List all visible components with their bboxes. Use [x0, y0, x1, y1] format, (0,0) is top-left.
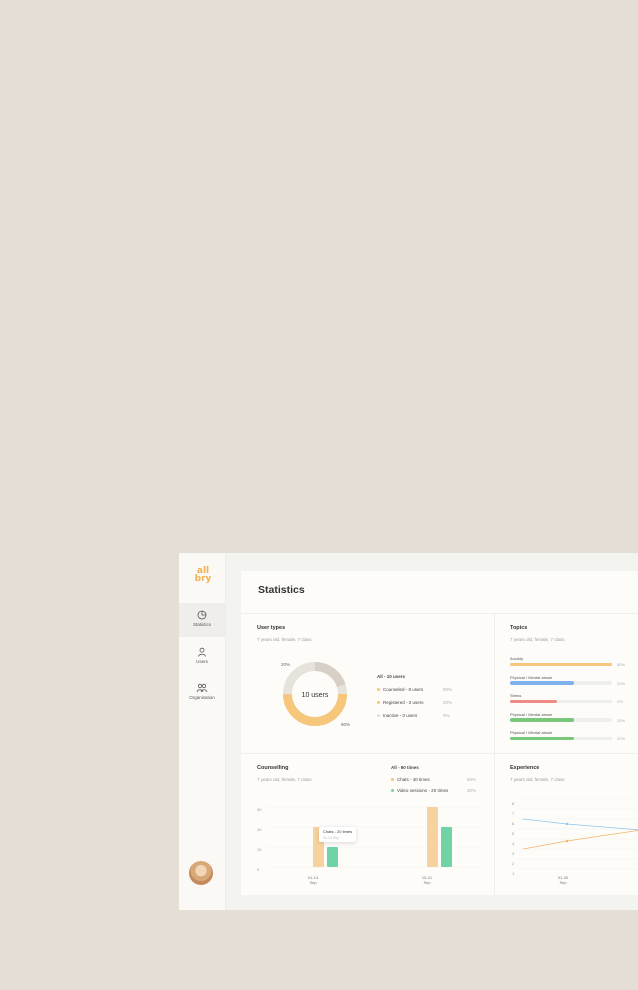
tooltip-subtitle: 01-14 Sep: [323, 836, 340, 840]
legend-dot: [391, 778, 394, 782]
experience-line-chart: [519, 799, 638, 870]
sidebar-item-statistics[interactable]: Statistics: [179, 603, 225, 637]
topic-bar-fill: [510, 736, 574, 740]
legend-pct: 20%: [443, 700, 453, 705]
line-point[interactable]: [565, 822, 569, 826]
legend-label: Inactive - 0 users: [383, 713, 418, 718]
user-types-summary: All - 10 users: [377, 674, 406, 679]
legend-dot: [377, 701, 380, 705]
y-tick-label: 2: [512, 861, 515, 866]
y-tick-label: 6: [512, 821, 515, 826]
legend-pct: 80%: [443, 687, 453, 692]
statistics-panel: Statistics User types 7 years old, femal…: [241, 571, 638, 895]
y-tick-label: 0: [257, 867, 260, 872]
sidebar-item-organisation[interactable]: Organisation: [179, 676, 225, 710]
legend-item-chats: Chats - 40 times 60%: [391, 777, 481, 782]
page-title: Statistics: [258, 584, 305, 596]
legend-dot: [377, 714, 380, 718]
x-tick-label: 01-30 Sep: [557, 875, 569, 885]
topic-bar-fill: [510, 718, 574, 722]
line-series: [522, 818, 638, 831]
legend-item-counseled: Counseled - 8 users 80%: [377, 687, 457, 692]
sidebar-item-label: Organisation: [189, 695, 215, 700]
line-point[interactable]: [565, 839, 569, 843]
topic-pct: 20%: [617, 680, 626, 686]
legend-label: Counseled - 8 users: [383, 687, 424, 692]
legend-item-registered: Registered - 2 users 20%: [377, 700, 457, 705]
bar-chats[interactable]: [427, 807, 438, 867]
legend-dot: [391, 789, 394, 793]
legend-label: Chats - 40 times: [397, 777, 430, 782]
counselling-summary: All - 60 times: [391, 765, 419, 770]
pct-top: 20%: [281, 662, 291, 667]
y-tick-label: 7: [512, 811, 515, 816]
legend-pct: 60%: [467, 777, 477, 782]
avatar[interactable]: [189, 861, 213, 885]
counselling-bar-chart: [267, 806, 483, 868]
topic-label: Physical / Mental abuse: [510, 711, 553, 717]
topic-label: Anxiety: [510, 656, 524, 661]
legend-pct: 30%: [467, 788, 477, 793]
card-subtitle: 7 years old, female, 7 class: [257, 777, 312, 782]
legend-dot: [377, 688, 380, 692]
chart-tooltip: Chats - 20 times 01-14 Sep: [319, 827, 357, 842]
sidebar-item-label: Users: [196, 659, 208, 664]
topic-bar-track: [510, 699, 612, 703]
card-title: Experience: [510, 765, 540, 771]
topic-pct: 0%: [617, 699, 623, 704]
topic-label: Physical / Mental abuse: [510, 730, 553, 735]
card-title: Topics: [510, 625, 528, 631]
y-tick-label: 20: [257, 827, 262, 832]
topic-bar-fill: [510, 681, 574, 685]
x-tick-label: 01-14 Sep: [307, 875, 319, 885]
topic-bar-track: [510, 718, 612, 722]
card-subtitle: 7 years old, female, 7 class: [510, 777, 565, 782]
legend-pct: 0%: [443, 713, 450, 718]
divider: [494, 613, 495, 895]
bar-video-sessions[interactable]: [327, 847, 338, 867]
topic-bar-track: [510, 736, 612, 740]
sidebar: all bry Statistics Users Organisation: [179, 553, 226, 910]
card-subtitle: 7 years old, female, 7 class: [510, 637, 565, 642]
y-tick-label: 1: [512, 871, 515, 876]
topic-bar-fill: [510, 699, 558, 703]
line-series: [522, 830, 638, 850]
card-title: User types: [257, 625, 286, 631]
bar-video-sessions[interactable]: [441, 827, 452, 867]
tooltip-title: Chats - 20 times: [323, 829, 353, 834]
topic-bar-track: [510, 681, 612, 685]
sidebar-item-label: Statistics: [192, 622, 211, 627]
y-tick-label: 30: [257, 807, 262, 812]
topic-bar-track: [510, 662, 612, 666]
y-tick-label: 8: [512, 801, 515, 806]
topic-bar-fill: [510, 662, 612, 666]
topic-label: Stress: [510, 693, 522, 698]
pie-chart-icon: [197, 610, 207, 620]
y-tick-label: 5: [512, 831, 515, 836]
topic-pct: 80%: [617, 662, 626, 667]
topic-pct: 20%: [617, 736, 626, 741]
donut-center-label: 10 users: [302, 692, 329, 699]
topic-label: Physical / Mental abuse: [510, 674, 553, 680]
app-window: all bry Statistics Users Organisation St…: [179, 553, 638, 910]
donut-chart: 10 users: [283, 662, 347, 726]
legend-label: Registered - 2 users: [383, 700, 424, 705]
legend-item-inactive: Inactive - 0 users 0%: [377, 713, 457, 718]
x-tick-label: 15-21 Sep: [421, 875, 433, 885]
divider: [241, 753, 638, 754]
sidebar-item-users[interactable]: Users: [179, 640, 225, 674]
topic-pct: 20%: [617, 717, 626, 723]
user-icon: [198, 647, 206, 657]
y-tick-label: 10: [257, 847, 262, 852]
legend-label: Video sessions - 20 times: [397, 788, 449, 793]
y-tick-label: 3: [512, 851, 515, 856]
group-icon: [196, 683, 208, 693]
card-title: Counselling: [257, 765, 289, 771]
allbry-logo[interactable]: all bry: [194, 567, 212, 584]
legend-item-video-sessions: Video sessions - 20 times 30%: [391, 788, 481, 793]
y-tick-label: 4: [512, 841, 515, 846]
card-subtitle: 7 years old, female, 7 class: [257, 637, 312, 642]
divider: [241, 613, 638, 614]
pct-bottom: 80%: [341, 722, 351, 727]
